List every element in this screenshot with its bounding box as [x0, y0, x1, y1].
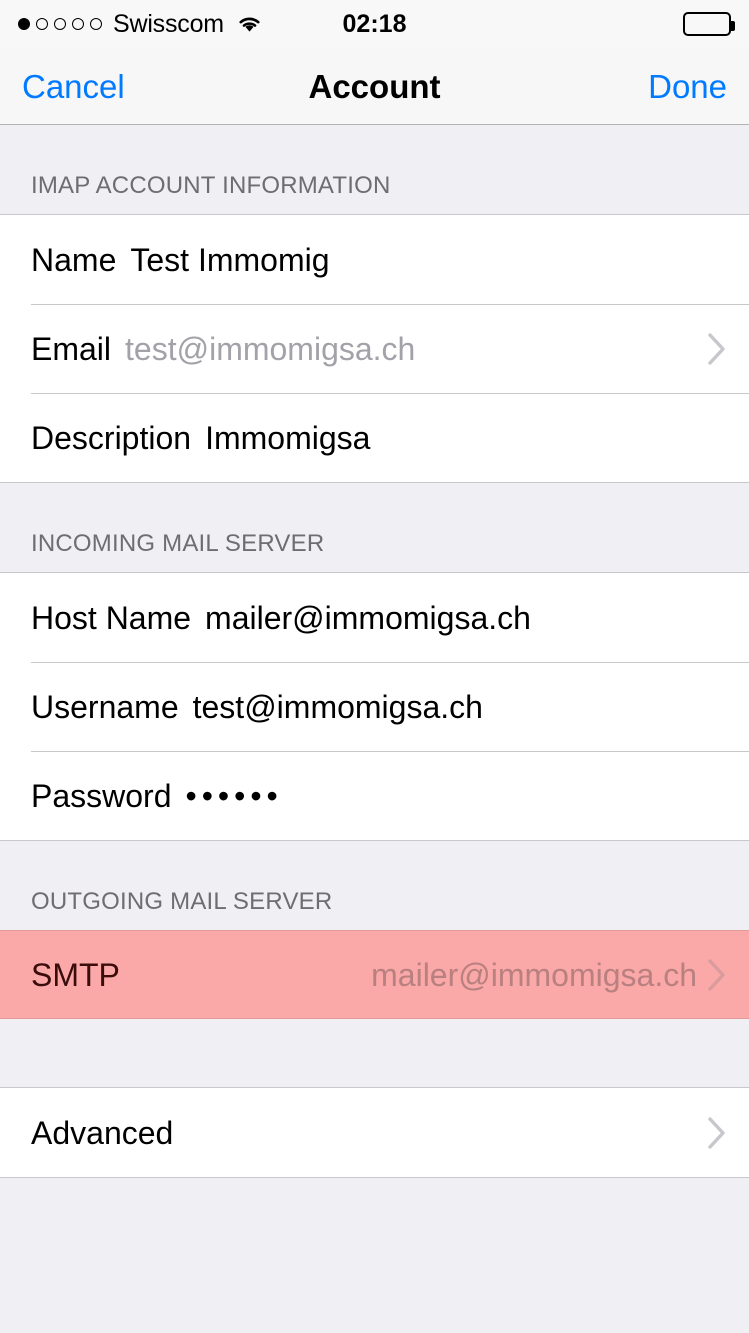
row-value-smtp[interactable]: mailer@immomigsa.ch [371, 959, 697, 991]
row-label-name: Name [31, 241, 117, 278]
signal-dot-4 [72, 18, 84, 30]
group-imap-account-information: Name Test Immomig Email test@immomigsa.c… [0, 214, 749, 483]
bottom-gap [0, 1178, 749, 1268]
chevron-right-icon[interactable] [707, 958, 727, 992]
row-value-name[interactable]: Test Immomig [116, 244, 329, 276]
row-label-smtp: SMTP [31, 956, 120, 993]
row-label-advanced: Advanced [31, 1114, 174, 1151]
row-password[interactable]: Password •••••• [0, 751, 749, 840]
row-label-username: Username [31, 688, 179, 725]
row-host-name[interactable]: Host Name mailer@immomigsa.ch [0, 573, 749, 662]
chevron-right-icon[interactable] [707, 332, 727, 366]
cellular-signal-icon [18, 18, 102, 30]
account-settings-screen: Swisscom 02:18 Cancel Account Done IMAP … [0, 0, 749, 1333]
signal-dot-1 [18, 18, 30, 30]
group-advanced: Advanced [0, 1087, 749, 1178]
status-bar-left: Swisscom [18, 9, 343, 38]
carrier-name: Swisscom [113, 9, 224, 38]
signal-dot-3 [54, 18, 66, 30]
row-username[interactable]: Username test@immomigsa.ch [0, 662, 749, 751]
page-title: Account [308, 67, 441, 105]
done-button[interactable]: Done [441, 70, 727, 103]
status-bar-center: 02:18 [342, 9, 407, 38]
row-value-description[interactable]: Immomigsa [205, 422, 370, 454]
row-smtp[interactable]: SMTP mailer@immomigsa.ch [0, 930, 749, 1019]
section-gap-advanced [0, 1019, 749, 1087]
navigation-bar: Cancel Account Done [0, 48, 749, 125]
cancel-button[interactable]: Cancel [22, 70, 309, 103]
status-bar: Swisscom 02:18 [0, 0, 749, 48]
row-name[interactable]: Name Test Immomig [0, 215, 749, 304]
row-email[interactable]: Email test@immomigsa.ch [0, 304, 749, 393]
section-header-imap: IMAP ACCOUNT INFORMATION [0, 125, 749, 214]
row-advanced[interactable]: Advanced [0, 1088, 749, 1177]
section-header-outgoing: OUTGOING MAIL SERVER [0, 841, 749, 930]
row-value-password[interactable]: •••••• [172, 780, 296, 812]
section-header-incoming: INCOMING MAIL SERVER [0, 483, 749, 572]
row-value-email[interactable]: test@immomigsa.ch [111, 333, 415, 365]
row-label-email: Email [31, 330, 112, 367]
battery-cap [731, 21, 736, 31]
row-value-host-name[interactable]: mailer@immomigsa.ch [205, 602, 531, 634]
chevron-right-icon[interactable] [707, 1116, 727, 1150]
battery-icon [683, 12, 736, 36]
row-label-password: Password [31, 777, 172, 814]
status-bar-right [406, 12, 736, 36]
signal-dot-5 [90, 18, 102, 30]
wifi-icon [236, 14, 263, 35]
row-description[interactable]: Description Immomigsa [0, 393, 749, 482]
row-label-description: Description [31, 419, 192, 456]
signal-dot-2 [36, 18, 48, 30]
status-bar-clock: 02:18 [342, 9, 407, 38]
row-label-host-name: Host Name [31, 599, 192, 636]
settings-list: IMAP ACCOUNT INFORMATION Name Test Immom… [0, 125, 749, 1333]
row-value-username[interactable]: test@immomigsa.ch [179, 691, 483, 723]
group-outgoing-mail-server: SMTP mailer@immomigsa.ch [0, 930, 749, 1019]
group-incoming-mail-server: Host Name mailer@immomigsa.ch Username t… [0, 572, 749, 841]
